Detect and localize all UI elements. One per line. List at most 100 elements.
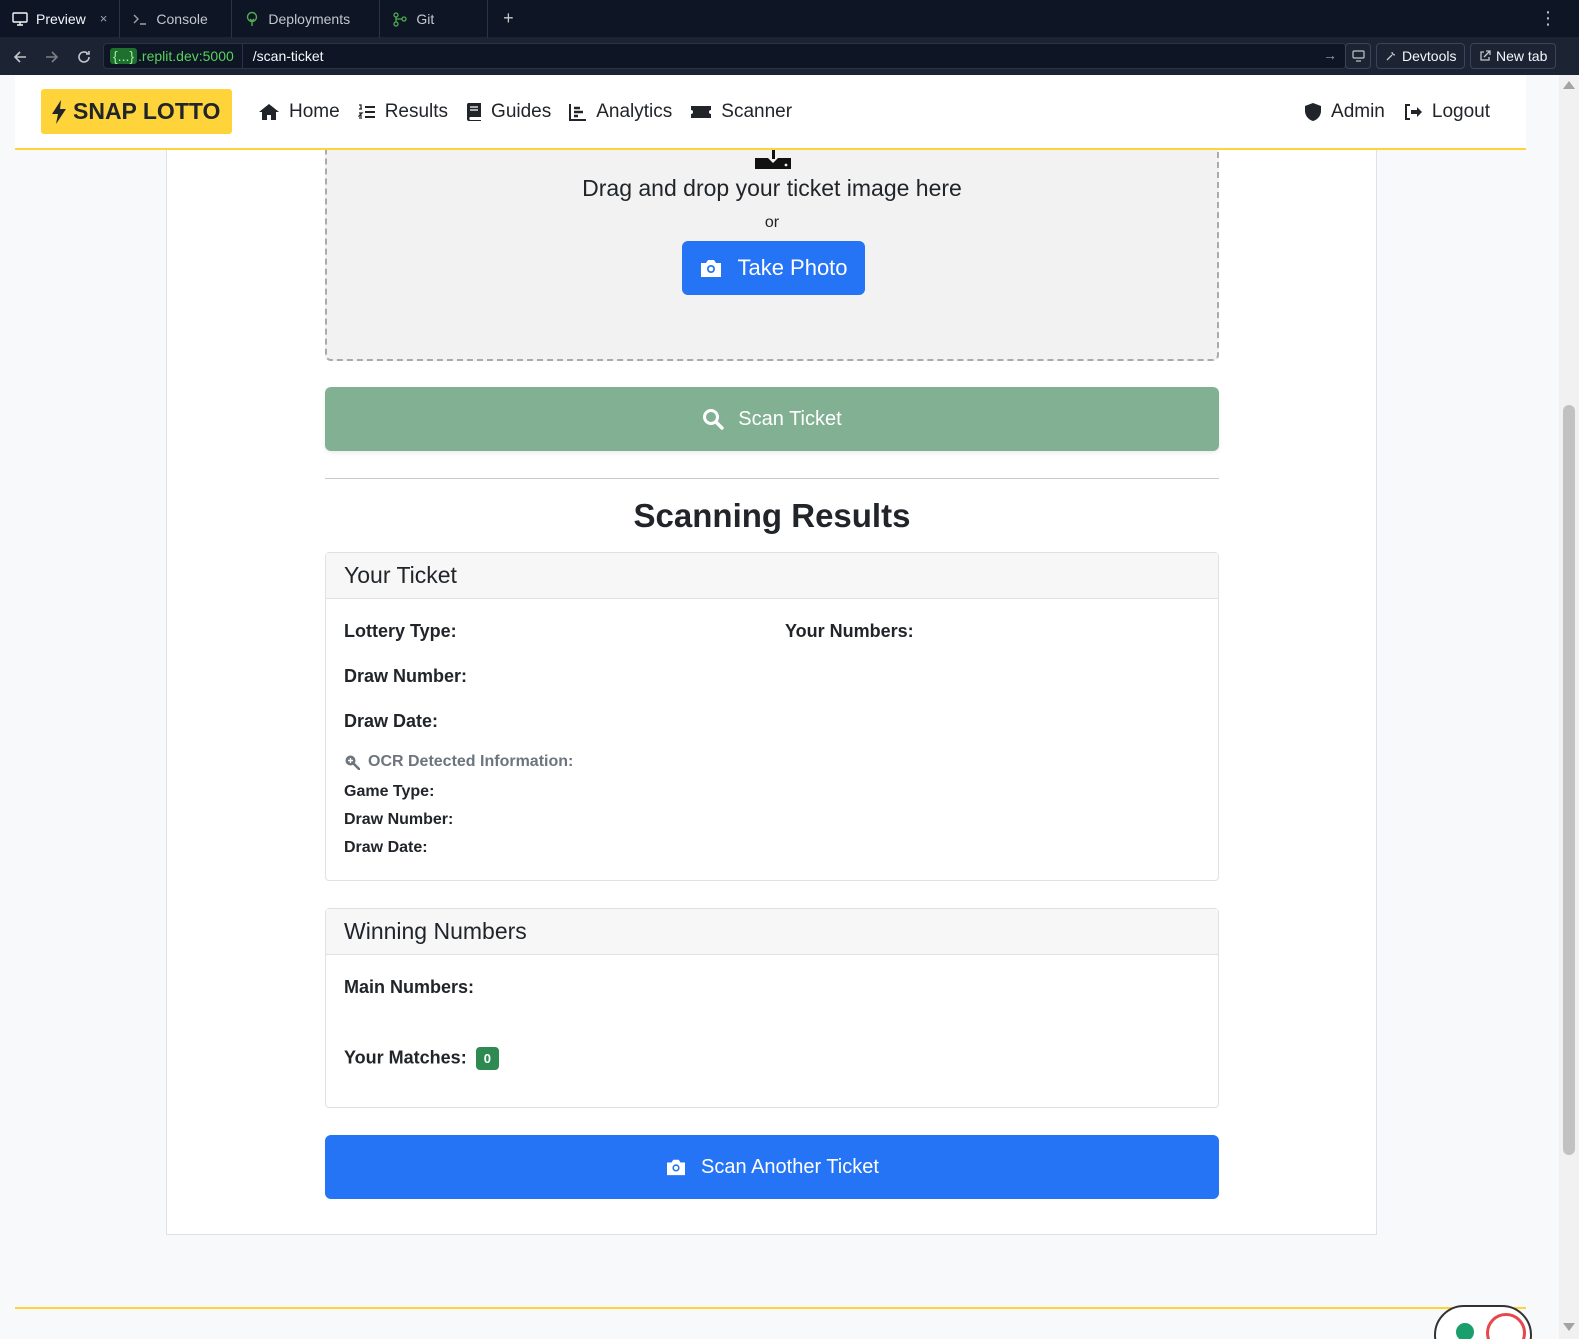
your-ticket-title: Your Ticket: [326, 553, 1218, 599]
ocr-heading: OCR Detected Information:: [344, 753, 573, 771]
scan-another-ticket-button[interactable]: Scan Another Ticket: [325, 1135, 1219, 1199]
footer-divider: [15, 1307, 1526, 1309]
brand-label: SNAP LOTTO: [73, 98, 221, 124]
nav-admin-label: Admin: [1331, 100, 1385, 122]
winning-numbers-panel: Winning Numbers Main Numbers: Your Match…: [325, 908, 1219, 1108]
book-icon: [467, 103, 482, 121]
floating-status-widget[interactable]: [1434, 1305, 1532, 1339]
camera-icon: [667, 1159, 686, 1176]
shield-icon: [1305, 102, 1322, 121]
ide-tab-bar: Preview × Console Deployments Git + ⋮: [0, 0, 1579, 38]
arrow-left-icon: [13, 50, 26, 63]
dropzone-or: or: [764, 214, 780, 231]
search-plus-icon: [345, 755, 360, 770]
nav-right: Admin Logout: [1304, 75, 1490, 148]
main-numbers-label: Main Numbers:: [344, 977, 475, 997]
tab-preview-label: Preview: [36, 10, 86, 27]
url-host-text: .replit.dev:5000: [138, 48, 234, 64]
section-divider: [325, 478, 1219, 479]
monitor-icon: [12, 11, 28, 26]
ocr-draw-number-label: Draw Number:: [344, 811, 454, 828]
nav-logout[interactable]: Logout: [1403, 101, 1490, 123]
brand-logo[interactable]: SNAP LOTTO: [41, 89, 233, 134]
scan-ticket-label: Scan Ticket: [738, 407, 842, 430]
preview-address-bar: {...} .replit.dev:5000 /scan-ticket → Dev…: [0, 38, 1579, 75]
new-tab-label: New tab: [1496, 48, 1548, 64]
home-icon: [259, 103, 279, 120]
nav-guides-label: Guides: [491, 100, 552, 122]
ocr-game-type-label: Game Type:: [344, 783, 435, 800]
terminal-icon: [133, 14, 147, 25]
results-heading: Scanning Results: [633, 497, 911, 534]
nav-links: Home Results Guides Analytics Scanner: [258, 75, 792, 148]
nav-admin[interactable]: Admin: [1304, 101, 1385, 123]
your-matches-label: Your Matches:: [344, 1047, 467, 1068]
nav-analytics[interactable]: Analytics: [569, 101, 672, 123]
tab-deployments[interactable]: Deployments: [232, 0, 381, 38]
nav-analytics-label: Analytics: [596, 100, 673, 122]
nav-scanner[interactable]: Scanner: [690, 101, 792, 123]
ocr-draw-date-label: Draw Date:: [344, 839, 428, 856]
tab-console[interactable]: Console: [120, 0, 233, 38]
scanner-card: Drag and drop your ticket image here or …: [166, 75, 1377, 1235]
external-link-icon: [1480, 50, 1491, 61]
devtools-button[interactable]: Devtools: [1376, 43, 1466, 69]
progress-ring-icon: [1486, 1313, 1526, 1339]
match-count-badge: 0: [475, 1047, 499, 1070]
new-tab-button[interactable]: New tab: [1470, 43, 1557, 69]
your-matches-row: Your Matches: 0: [344, 1047, 499, 1070]
tab-console-label: Console: [156, 10, 208, 27]
scroll-up-icon[interactable]: [1563, 81, 1575, 89]
device-toggle-button[interactable]: [1345, 43, 1371, 69]
url-host-chip: {...}: [110, 48, 138, 64]
bolt-icon: [52, 99, 66, 124]
status-dot-icon: [1456, 1323, 1474, 1339]
nav-scanner-label: Scanner: [721, 100, 793, 122]
arrow-right-icon: [46, 50, 59, 63]
dropzone-title: Drag and drop your ticket image here: [582, 175, 962, 201]
site-navbar: SNAP LOTTO Home Results Guides Analytics…: [15, 75, 1526, 150]
list-ol-icon: [357, 103, 375, 119]
draw-date-label: Draw Date:: [344, 711, 439, 731]
camera-icon: [701, 260, 722, 277]
nav-home[interactable]: Home: [258, 101, 340, 123]
scroll-down-icon[interactable]: [1563, 1323, 1575, 1331]
refresh-icon: [78, 50, 90, 63]
nav-guides[interactable]: Guides: [466, 101, 551, 123]
screen-icon: [1351, 50, 1365, 62]
scan-ticket-button[interactable]: Scan Ticket: [325, 387, 1219, 451]
url-input[interactable]: {...} .replit.dev:5000 /scan-ticket →: [103, 43, 1346, 69]
ocr-heading-label: OCR Detected Information:: [368, 753, 574, 770]
forward-button[interactable]: [36, 41, 68, 73]
take-photo-label: Take Photo: [737, 255, 848, 280]
preview-viewport: Drag and drop your ticket image here or …: [0, 75, 1559, 1339]
page-scrollbar[interactable]: [1559, 75, 1579, 1339]
your-numbers-label: Your Numbers:: [785, 621, 914, 641]
draw-number-label: Draw Number:: [344, 666, 468, 686]
kebab-menu-icon[interactable]: ⋮: [1539, 8, 1557, 28]
nav-results-label: Results: [384, 100, 449, 122]
scrollbar-thumb[interactable]: [1563, 405, 1575, 1155]
nav-home-label: Home: [289, 100, 340, 122]
tab-git[interactable]: Git: [380, 0, 489, 38]
sign-out-icon: [1404, 103, 1422, 120]
take-photo-button[interactable]: Take Photo: [682, 241, 865, 295]
back-button[interactable]: [4, 41, 36, 73]
tab-deployments-label: Deployments: [268, 10, 351, 27]
your-ticket-panel: Your Ticket Lottery Type: Your Numbers: …: [325, 552, 1219, 881]
upload-icon: [755, 149, 791, 169]
lottery-type-label: Lottery Type:: [344, 621, 457, 641]
ticket-icon: [691, 105, 712, 118]
search-icon: [703, 409, 724, 430]
git-branch-icon: [393, 11, 408, 27]
add-tab-button[interactable]: +: [488, 0, 528, 38]
reload-button[interactable]: [68, 41, 100, 73]
nav-results[interactable]: Results: [357, 100, 449, 123]
devtools-label: Devtools: [1402, 48, 1457, 64]
tab-preview[interactable]: Preview ×: [0, 0, 121, 38]
chart-icon: [569, 103, 587, 121]
deploy-icon: [247, 11, 258, 26]
go-arrow-icon[interactable]: →: [1323, 47, 1337, 63]
url-path: /scan-ticket: [252, 48, 324, 64]
close-icon[interactable]: ×: [100, 11, 108, 26]
